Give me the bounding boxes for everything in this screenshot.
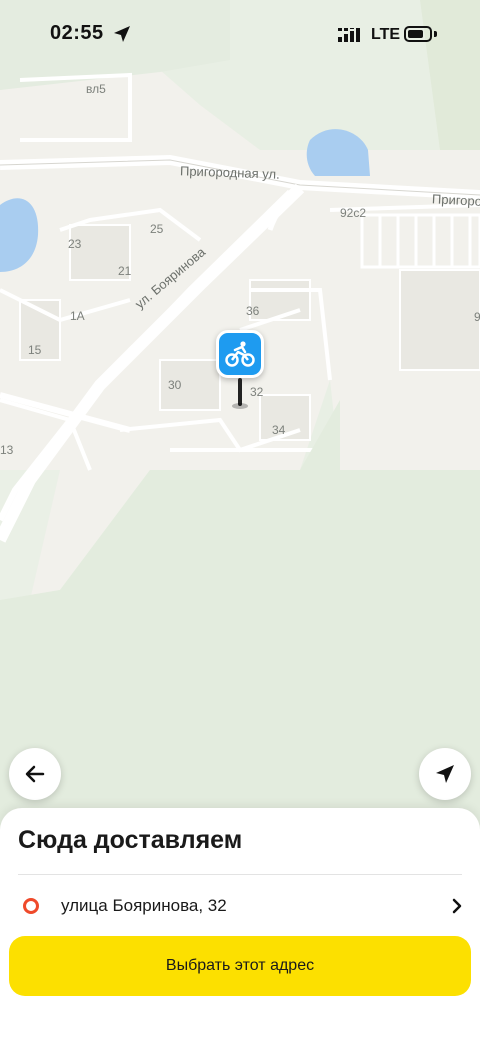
building-label: 21 bbox=[118, 264, 132, 278]
battery-fill bbox=[408, 30, 423, 38]
network-type: LTE bbox=[371, 26, 401, 43]
building-label: 25 bbox=[150, 222, 164, 236]
building-label: 1А bbox=[70, 309, 85, 323]
divider bbox=[18, 874, 462, 875]
confirm-address-button[interactable]: Выбрать этот адрес bbox=[9, 936, 471, 996]
courier-pin bbox=[216, 330, 264, 378]
location-arrow-icon bbox=[114, 26, 130, 42]
address-marker-icon bbox=[23, 898, 39, 914]
building-label: 92с2 bbox=[340, 206, 367, 220]
bicycle-courier-icon bbox=[225, 341, 255, 367]
battery-tip bbox=[434, 31, 437, 37]
status-time: 02:55 bbox=[50, 22, 104, 44]
building-label: 32 bbox=[250, 385, 264, 399]
chevron-right-icon bbox=[452, 898, 462, 914]
pin-stem bbox=[238, 378, 242, 406]
building-label: вл5 bbox=[86, 82, 106, 96]
pin-shadow bbox=[232, 403, 248, 409]
building-label: 23 bbox=[68, 237, 82, 251]
locate-me-button[interactable] bbox=[419, 748, 471, 800]
sheet-title: Сюда доставляем bbox=[18, 826, 243, 854]
bottom-sheet: Сюда доставляем улица Бояринова, 32 Выбр… bbox=[0, 808, 480, 1043]
battery-icon bbox=[404, 26, 432, 42]
navigation-arrow-icon bbox=[436, 765, 454, 783]
building-label: 15 bbox=[28, 343, 42, 357]
building-label: 9 bbox=[474, 310, 480, 324]
address-row[interactable]: улица Бояринова, 32 bbox=[0, 886, 480, 926]
signal-icon bbox=[338, 28, 360, 42]
building-label: 34 bbox=[272, 423, 286, 437]
arrow-left-icon bbox=[25, 765, 45, 783]
building-label: 30 bbox=[168, 378, 182, 392]
building-label: 36 bbox=[246, 304, 260, 318]
address-text: улица Бояринова, 32 bbox=[61, 896, 227, 915]
building-label: 13 bbox=[0, 443, 14, 457]
status-bar: 02:55 LTE bbox=[0, 0, 480, 70]
back-button[interactable] bbox=[9, 748, 61, 800]
